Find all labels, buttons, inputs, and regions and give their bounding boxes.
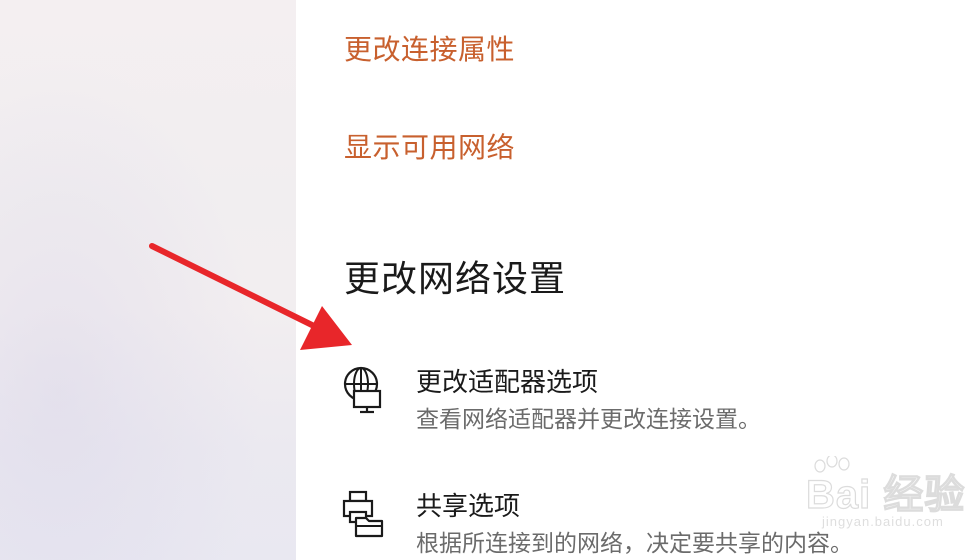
option-title: 共享选项 [416,492,521,522]
network-settings-content: 更改连接属性 显示可用网络 更改网络设置 更改适配器选项 查看网络适配器并更改连… [296,0,972,560]
option-description: 查看网络适配器并更改连接设置。 [416,407,761,433]
network-adapter-icon [340,364,386,414]
option-title: 更改适配器选项 [416,368,599,398]
change-network-settings-heading: 更改网络设置 [344,259,567,300]
navigation-pane [0,0,296,560]
sharing-options-item[interactable]: 共享选项 根据所连接到的网络，决定要共享的内容。 [336,482,936,558]
option-description: 根据所连接到的网络，决定要共享的内容。 [416,531,853,557]
show-available-networks-link[interactable]: 显示可用网络 [344,126,515,166]
change-connection-properties-link[interactable]: 更改连接属性 [344,28,515,68]
sharing-options-icon [340,488,386,538]
change-adapter-options-item[interactable]: 更改适配器选项 查看网络适配器并更改连接设置。 [336,358,936,434]
